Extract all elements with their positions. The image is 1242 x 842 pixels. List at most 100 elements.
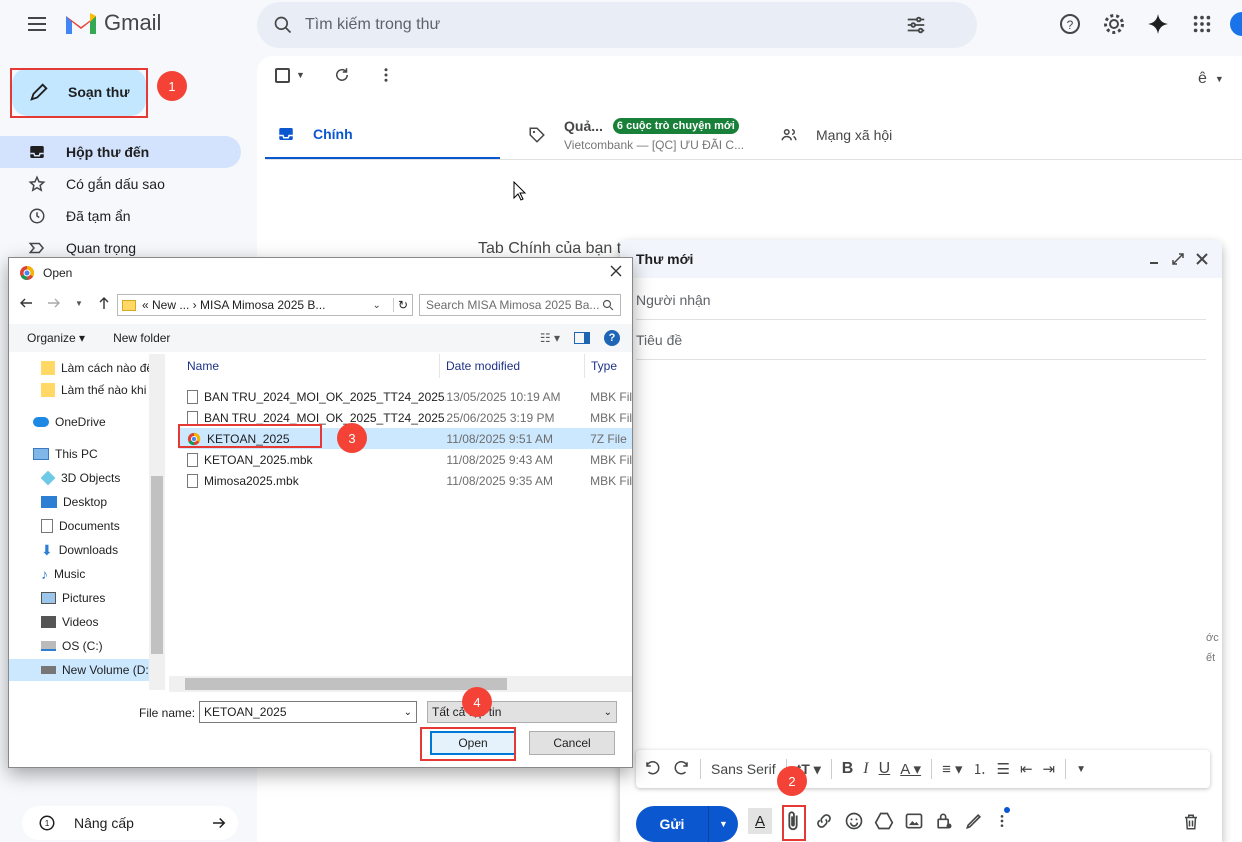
nav-item-starred[interactable]: Có gắn dấu sao (0, 168, 241, 200)
file-row[interactable]: KETOAN_2025.mbk 11/08/2025 9:43 AM MBK F… (179, 449, 632, 470)
nav-item-inbox[interactable]: Hộp thư đến (0, 136, 241, 168)
formatting-options-icon[interactable]: A (748, 808, 772, 834)
tab-snippet: Vietcombank — [QC] ƯU ĐÃI C... (564, 138, 745, 152)
filetype-select[interactable]: Tất cả tệp tin ⌄ (427, 701, 617, 723)
underline-icon[interactable]: U (879, 760, 891, 778)
filename-input[interactable]: KETOAN_2025 ⌄ (199, 701, 417, 723)
help-icon[interactable]: ? (604, 330, 620, 346)
italic-icon[interactable]: I (863, 760, 868, 778)
photo-icon[interactable] (904, 811, 924, 831)
upgrade-button[interactable]: 1 Nâng cấp (22, 806, 238, 840)
more-options-button[interactable] (994, 807, 1010, 831)
tab-promotions[interactable]: Quả... 6 cuộc trò chuyện mới Vietcombank… (528, 110, 744, 160)
tab-divider (265, 159, 1242, 160)
recipients-input[interactable] (636, 291, 1206, 308)
help-button[interactable]: ? (1050, 4, 1090, 44)
forward-arrow-icon[interactable] (47, 296, 61, 310)
search-options-icon[interactable] (905, 14, 927, 36)
refresh-icon[interactable] (333, 66, 351, 84)
tree-item-folder[interactable]: Làm thế nào khi (41, 379, 151, 401)
redo-icon[interactable] (672, 760, 690, 778)
organize-button[interactable]: Organize ▾ (27, 331, 85, 345)
bold-icon[interactable]: B (842, 760, 854, 778)
tree-item-desktop[interactable]: Desktop (41, 491, 151, 513)
tab-primary[interactable]: Chính (265, 110, 500, 160)
settings-button[interactable] (1094, 4, 1134, 44)
gemini-button[interactable] (1138, 4, 1178, 44)
drive-icon[interactable] (874, 811, 894, 831)
confidential-lock-icon[interactable] (934, 811, 954, 831)
tree-item-drive-c[interactable]: OS (C:) (41, 635, 151, 657)
tree-item-pictures[interactable]: Pictures (41, 587, 151, 609)
tree-item-drive-d[interactable]: New Volume (D:) (9, 659, 149, 681)
align-icon[interactable]: ≡ ▾ (942, 760, 962, 778)
tree-item-music[interactable]: ♪ Music (41, 563, 151, 585)
trash-icon[interactable] (1182, 812, 1200, 832)
view-options-icon[interactable]: ☷ ▾ (540, 331, 560, 345)
file-row[interactable]: BAN TRU_2024_MOI_OK_2025_TT24_2025... 13… (179, 386, 632, 407)
tree-item-downloads[interactable]: ⬇ Downloads (41, 539, 151, 561)
main-menu-button[interactable] (17, 4, 57, 44)
chevron-down-icon[interactable]: ⌄ (404, 707, 412, 718)
font-select[interactable]: Sans Serif (711, 761, 776, 777)
numbered-list-icon[interactable]: ⒈ (973, 759, 987, 779)
recipients-field[interactable] (636, 280, 1206, 320)
indent-less-icon[interactable]: ⇤ (1020, 760, 1033, 778)
file-list-scrollbar-thumb[interactable] (185, 678, 507, 690)
file-row[interactable]: Mimosa2025.mbk 11/08/2025 9:35 AM MBK Fi… (179, 470, 632, 491)
search-bar[interactable] (257, 2, 977, 48)
send-button[interactable]: Gửi (636, 806, 708, 842)
tree-item-folder[interactable]: Làm cách nào để (41, 357, 151, 379)
tree-item-videos[interactable]: Videos (41, 611, 151, 633)
tree-item-this-pc[interactable]: This PC (33, 443, 143, 465)
expand-icon[interactable] (1172, 253, 1184, 265)
up-arrow-icon[interactable] (97, 296, 111, 310)
gmail-logo[interactable]: Gmail (64, 10, 161, 36)
clipped-side-text: ớc ết (1206, 628, 1219, 668)
column-name[interactable]: Name (165, 359, 439, 373)
column-date-modified[interactable]: Date modified (440, 359, 584, 373)
more-vert-icon[interactable] (377, 66, 395, 84)
tree-scrollbar-thumb[interactable] (151, 476, 163, 654)
tree-item-documents[interactable]: Documents (41, 515, 151, 537)
view-controls: ☷ ▾ ? (540, 330, 632, 346)
account-avatar[interactable] (1230, 12, 1242, 36)
chevron-down-icon[interactable]: ⌄ (373, 300, 387, 311)
link-icon[interactable] (814, 811, 834, 831)
input-tools-button[interactable]: ê ▼ (1198, 70, 1224, 88)
tree-item-onedrive[interactable]: OneDrive (33, 411, 143, 433)
select-all-checkbox[interactable]: ▼ (275, 67, 305, 83)
search-input[interactable] (305, 16, 905, 34)
dialog-search-box[interactable]: Search MISA Mimosa 2025 Ba... (419, 294, 621, 316)
cancel-button[interactable]: Cancel (529, 731, 615, 755)
refresh-icon[interactable]: ↻ (392, 298, 412, 312)
tab-social[interactable]: Mạng xã hội (780, 110, 892, 160)
undo-icon[interactable] (644, 760, 662, 778)
dialog-title-bar[interactable]: Open (9, 258, 632, 288)
search-icon (602, 299, 614, 311)
nav-label: Có gắn dấu sao (66, 176, 165, 192)
column-type[interactable]: Type (585, 359, 617, 373)
send-button-group: Gửi ▼ (636, 806, 738, 842)
minimize-icon[interactable] (1148, 253, 1160, 265)
back-arrow-icon[interactable] (19, 296, 33, 310)
new-folder-button[interactable]: New folder (113, 331, 170, 345)
tree-item-3d-objects[interactable]: 3D Objects (41, 467, 151, 489)
text-color-icon[interactable]: A ▾ (900, 760, 921, 778)
address-bar[interactable]: « New ... › MISA Mimosa 2025 B... ⌄ ↻ (117, 294, 413, 316)
bulleted-list-icon[interactable]: ☰ (997, 760, 1010, 778)
more-formatting-icon[interactable]: ▼ (1076, 764, 1086, 775)
send-options-button[interactable]: ▼ (708, 806, 738, 842)
indent-more-icon[interactable]: ⇥ (1043, 760, 1056, 778)
subject-field[interactable] (636, 320, 1206, 360)
chevron-down-icon[interactable]: ▼ (75, 299, 83, 308)
emoji-icon[interactable] (844, 811, 864, 831)
subject-input[interactable] (636, 331, 1206, 348)
apps-button[interactable] (1182, 4, 1222, 44)
close-icon[interactable] (609, 264, 623, 278)
signature-pen-icon[interactable] (964, 811, 984, 831)
preview-pane-icon[interactable] (574, 332, 590, 344)
nav-item-snoozed[interactable]: Đã tạm ẩn (0, 200, 241, 232)
compose-header[interactable]: Thư mới (620, 240, 1222, 278)
close-icon[interactable] (1196, 253, 1208, 265)
